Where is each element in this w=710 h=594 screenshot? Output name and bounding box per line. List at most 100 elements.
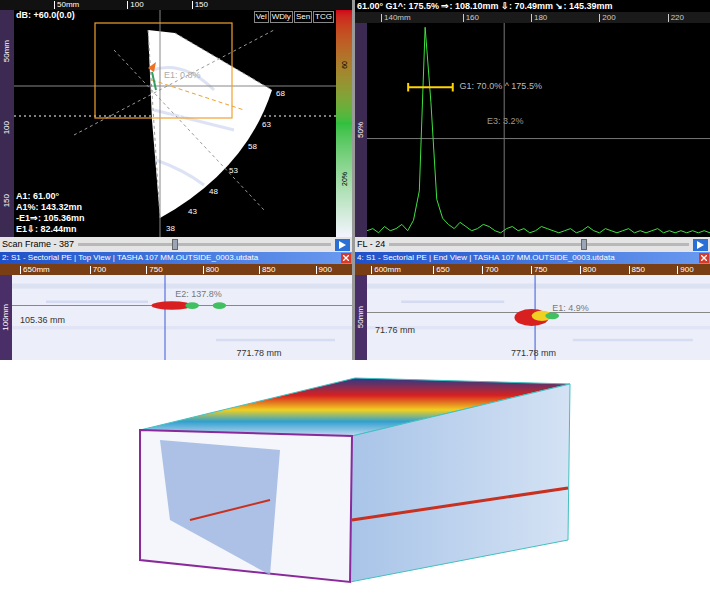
view-title: 2: S1 - Sectorial PE | Top View | TASHA … (2, 252, 341, 264)
angle-label: 53 (229, 166, 238, 175)
ruler-label: 650 (433, 266, 449, 274)
sector-plot[interactable]: 68 63 58 53 48 43 38 E1: 0.8% dB: +60.0(0.0) VelW… (14, 10, 336, 237)
frame-slider: Scan Frame - 387 (0, 237, 352, 252)
slider-thumb[interactable] (581, 239, 587, 250)
ruler-label: 180 (531, 14, 547, 22)
app: 50mm 100 150 50mm 100 150 68 63 58 53 48 43 38 E1: 0.… (0, 0, 710, 594)
play-button[interactable] (335, 239, 350, 251)
palette-label: 20% (341, 172, 348, 186)
ascan-readout: 61.00° G1^: 175.5% ⇒: 108.10mm ⇩: 70.49m… (355, 0, 710, 12)
angle-label: 63 (262, 120, 271, 129)
ascan-ruler-left: 50% (355, 23, 367, 237)
view-buttons: VelWDlySenTCG (254, 11, 334, 23)
ruler-label: 50% (357, 122, 365, 138)
gain-readout: dB: +60.0(0.0) (16, 11, 75, 20)
ruler-label: 100 (127, 1, 143, 9)
ruler-label: 650mm (20, 266, 50, 274)
angle-label: 43 (188, 207, 197, 216)
angle-label: 68 (276, 89, 285, 98)
position-label: 771.78 mm (236, 349, 281, 358)
ruler-label: 220 (668, 14, 684, 22)
view-ruler: 600mm650700750800850900 (355, 264, 710, 275)
cursor-readings: A1: 61.00°A1%: 143.32mn-E1⇒: 105.36mnE1⇩… (16, 191, 85, 235)
slider-track[interactable] (389, 243, 689, 246)
slider-label: Scan Frame - 387 (2, 240, 74, 249)
ascan-view: 61.00° G1^: 175.5% ⇒: 108.10mm ⇩: 70.49m… (355, 0, 710, 237)
ruler-label: 150 (3, 194, 11, 207)
ruler-label: 700 (90, 266, 106, 274)
data-view: 4: S1 - Sectorial PE | End View | TASHA … (355, 252, 710, 360)
indication-label: E1: 0.8% (164, 70, 201, 80)
play-icon (339, 241, 346, 249)
view-button[interactable]: Sen (294, 11, 312, 23)
ruler-label: 50mm (357, 306, 365, 328)
view-button[interactable]: Vel (254, 11, 269, 23)
frame-slider: FL - 24 (355, 237, 710, 252)
ruler-label: 900 (677, 266, 693, 274)
top-row: 50mm 100 150 50mm 100 150 68 63 58 53 48 43 38 E1: 0.… (0, 0, 710, 237)
play-icon (697, 241, 704, 249)
reading: A1%: 143.32mn (16, 202, 85, 213)
cscan-icon (367, 275, 710, 360)
play-button[interactable] (693, 239, 708, 251)
ruler-label: 800 (203, 266, 219, 274)
slider-label: FL - 24 (357, 240, 385, 249)
ascan-ruler-top: 140mm 160 180 200 220 (355, 12, 710, 23)
ascan-plot[interactable]: G1: 70.0% ^ 175.5%E3: 3.2% (367, 23, 710, 237)
slider-track[interactable] (78, 243, 331, 246)
ruler-label: 100mm (2, 304, 10, 331)
depth-label: 105.36 mm (20, 316, 65, 325)
view-title-bar: 2: S1 - Sectorial PE | Top View | TASHA … (0, 252, 352, 264)
data-view: 2: S1 - Sectorial PE | Top View | TASHA … (0, 252, 352, 360)
view-ruler-left: 50mm (355, 275, 367, 360)
ruler-label: 50mm (3, 40, 11, 62)
sector-ruler-left: 50mm 100 150 (0, 10, 14, 237)
reading: A1: 61.00° (16, 191, 85, 202)
ruler-label: 160 (463, 14, 479, 22)
view-plot[interactable]: E2: 137.8% 105.36 mm 771.78 mm (12, 275, 352, 360)
gate-line[interactable] (408, 86, 453, 88)
ascan-series (367, 27, 710, 233)
close-icon (701, 255, 707, 261)
ruler-label: 700 (482, 266, 498, 274)
volume-view[interactable] (0, 360, 710, 594)
waveform-icon (367, 23, 710, 237)
sector-view: 50mm 100 150 50mm 100 150 68 63 58 53 48 43 38 E1: 0.… (0, 0, 352, 237)
angle-label: 58 (248, 142, 257, 151)
view-plot[interactable]: E1: 4.9% 71.76 mm 771.78 mm (367, 275, 710, 360)
angle-label: 48 (209, 187, 218, 196)
ruler-label: 750 (531, 266, 547, 274)
slider-row: Scan Frame - 387 FL - 24 (0, 237, 710, 252)
view-button[interactable]: WDly (270, 11, 293, 23)
ruler-label: 600mm (371, 266, 401, 274)
depth-label: 71.76 mm (375, 326, 415, 335)
angle-label: 38 (166, 224, 175, 233)
bottom-row: 2: S1 - Sectorial PE | Top View | TASHA … (0, 252, 710, 360)
palette-label: 60 (341, 61, 348, 69)
ascan-indication: E3: 3.2% (487, 117, 524, 126)
ruler-label: 850 (259, 266, 275, 274)
ruler-label: 750 (146, 266, 162, 274)
volume-render-icon (130, 370, 580, 585)
position-label: 771.78 mm (511, 349, 556, 358)
color-palette: 60 20% (336, 10, 352, 237)
ruler-label: 140mm (381, 14, 411, 22)
close-button[interactable] (341, 253, 351, 263)
slider-thumb[interactable] (172, 239, 178, 250)
view-indication: E1: 4.9% (552, 304, 589, 313)
ruler-label: 200 (599, 14, 615, 22)
view-indication: E2: 137.8% (175, 290, 222, 299)
close-button[interactable] (699, 253, 709, 263)
view-title: 4: S1 - Sectorial PE | End View | TASHA … (357, 252, 699, 264)
ruler-label: 850 (629, 266, 645, 274)
view-ruler: 650mm 700 750 800 850 900 (0, 264, 352, 275)
ruler-label: 900 (316, 266, 332, 274)
sector-ruler-top: 50mm 100 150 (0, 0, 352, 10)
ruler-label: 150 (192, 1, 208, 9)
view-title-bar: 4: S1 - Sectorial PE | End View | TASHA … (355, 252, 710, 264)
close-icon (343, 255, 349, 261)
ruler-label: 100 (3, 121, 11, 134)
ruler-label: 50mm (54, 1, 79, 9)
view-ruler-left: 100mm (0, 275, 12, 360)
view-button[interactable]: TCG (313, 11, 334, 23)
